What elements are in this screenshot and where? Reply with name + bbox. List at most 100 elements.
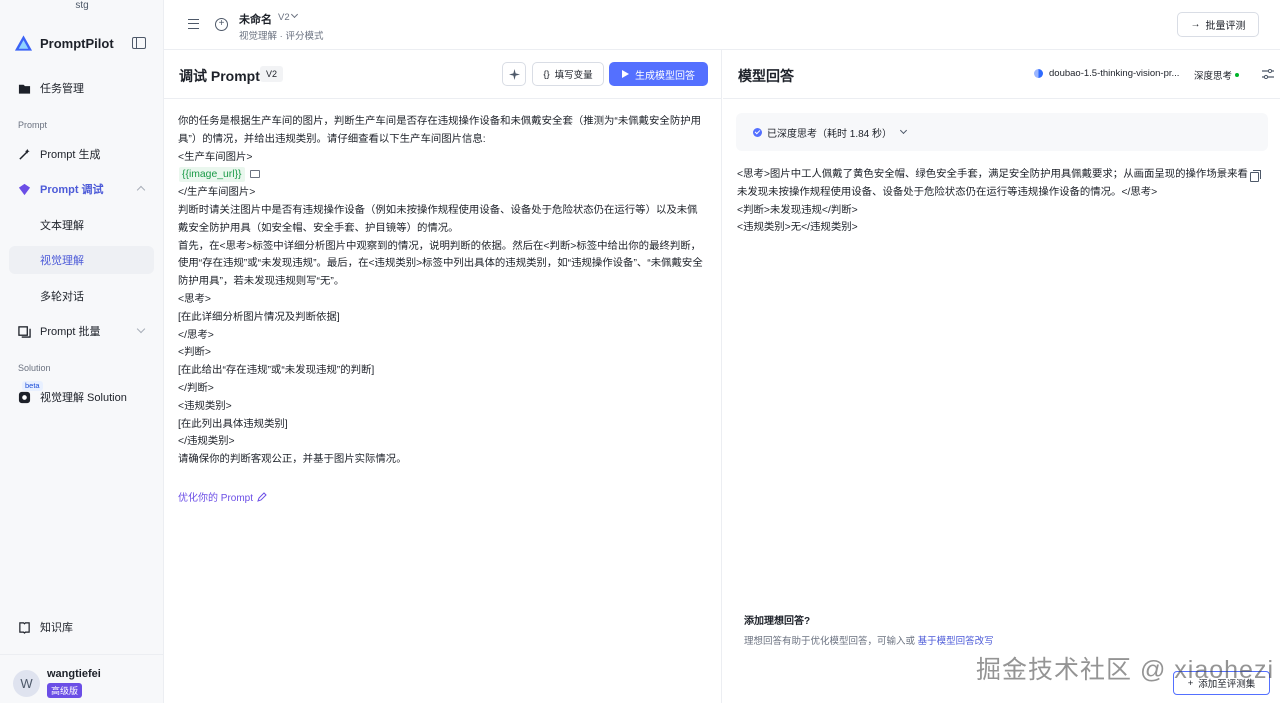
play-icon bbox=[622, 70, 629, 78]
chevron-down-icon[interactable] bbox=[290, 10, 299, 19]
sidebar-item-multi-turn[interactable]: 多轮对话 bbox=[9, 282, 154, 310]
prompt-variable-line: {{image_url}} bbox=[178, 166, 709, 184]
prompt-panel-header: 调试 Prompt V2 {} 填写变量 生成模型回答 bbox=[164, 50, 721, 99]
prompt-panel-title: 调试 Prompt bbox=[179, 68, 260, 84]
variable-chip[interactable]: {{image_url}} bbox=[179, 167, 245, 183]
optimize-prompt-label: 优化你的 Prompt bbox=[178, 493, 254, 504]
ideal-answer-desc: 理想回答有助于优化模型回答，可输入或 基于模型回答改写 bbox=[744, 633, 994, 647]
prompt-line: [在此列出具体违规类别] bbox=[178, 418, 288, 430]
generate-answer-button[interactable]: 生成模型回答 bbox=[609, 62, 708, 86]
batch-eval-button[interactable]: → 批量评测 bbox=[1177, 12, 1259, 37]
optimize-prompt-link[interactable]: 优化你的 Prompt bbox=[178, 489, 267, 504]
sparkle-button[interactable] bbox=[502, 62, 526, 86]
magic-wand-icon bbox=[19, 148, 30, 160]
brand-name: PromptPilot bbox=[40, 35, 114, 51]
prompt-line: <思考> bbox=[178, 293, 211, 305]
sidebar-item-prompt-debug[interactable]: Prompt 调试 bbox=[9, 175, 154, 203]
prompt-version-badge: V2 bbox=[260, 66, 284, 82]
fill-variables-label: 填写变量 bbox=[554, 70, 593, 81]
add-circle-icon[interactable]: + bbox=[215, 18, 228, 31]
debug-icon bbox=[18, 183, 31, 195]
version-select[interactable]: V2 bbox=[278, 12, 290, 23]
sidebar-item-text-understanding[interactable]: 文本理解 bbox=[9, 211, 154, 239]
sidebar-item-vision-solution[interactable]: 视觉理解 Solution bbox=[9, 383, 154, 411]
fill-variables-button[interactable]: {} 填写变量 bbox=[532, 62, 604, 86]
sidebar-collapse-icon[interactable] bbox=[132, 37, 146, 49]
rewrite-from-answer-link[interactable]: 基于模型回答改写 bbox=[918, 636, 994, 647]
model-logo-icon bbox=[1034, 69, 1043, 78]
prompt-line: 判断时请关注图片中是否有违规操作设备（例如未按操作规程使用设备、设备处于危险状态… bbox=[178, 204, 698, 216]
batch-eval-label: 批量评测 bbox=[1205, 21, 1246, 32]
menu-icon[interactable] bbox=[188, 19, 199, 29]
image-icon[interactable] bbox=[249, 170, 260, 179]
top-header: + 未命名 V2 视觉理解 · 评分模式 → 批量评测 bbox=[164, 0, 1280, 50]
sidebar: stg PromptPilot 任务管理 Prompt Prompt 生成 Pr… bbox=[0, 0, 164, 703]
page-subtitle: 视觉理解 · 评分模式 bbox=[239, 31, 324, 42]
sidebar-item-label: Prompt 批量 bbox=[40, 326, 101, 338]
answer-panel: 模型回答 doubao-1.5-thinking-vision-pr... 深度… bbox=[723, 50, 1280, 703]
chevron-down-icon bbox=[899, 126, 908, 135]
check-circle-icon bbox=[753, 127, 762, 137]
sidebar-item-label: 任务管理 bbox=[40, 83, 84, 95]
braces-icon: {} bbox=[543, 68, 550, 80]
sidebar-item-prompt-gen[interactable]: Prompt 生成 bbox=[9, 140, 154, 168]
folder-icon bbox=[18, 84, 31, 94]
avatar: W bbox=[13, 669, 40, 697]
model-select[interactable]: doubao-1.5-thinking-vision-pr... bbox=[1034, 68, 1179, 79]
prompt-line: 使用“存在违规”或“未发现违规”。最后，在<违规类别>标签中列出具体的违规类别，… bbox=[178, 258, 703, 270]
model-name: doubao-1.5-thinking-vision-pr... bbox=[1049, 68, 1180, 79]
batch-icon bbox=[18, 325, 31, 338]
ideal-answer-title: 添加理想回答? bbox=[744, 616, 811, 627]
sidebar-item-vision-understanding[interactable]: 视觉理解 bbox=[9, 246, 154, 274]
prompt-line: </判断> bbox=[178, 382, 214, 394]
prompt-line: [在此详细分析图片情况及判断依据] bbox=[178, 311, 340, 323]
copy-icon[interactable] bbox=[1250, 170, 1261, 182]
prompt-line: 请确保你的判断客观公正，并基于图片实际情况。 bbox=[178, 454, 407, 466]
prompt-line: <生产车间图片> bbox=[178, 151, 253, 163]
promptpilot-logo-icon bbox=[14, 35, 33, 51]
sidebar-item-prompt-batch[interactable]: Prompt 批量 bbox=[9, 317, 154, 345]
env-label: stg bbox=[75, 0, 89, 11]
answer-panel-title: 模型回答 bbox=[738, 68, 794, 84]
answer-line: <判断>未发现违规</判断> bbox=[737, 204, 858, 216]
sidebar-item-label: Prompt 生成 bbox=[40, 149, 101, 161]
prompt-line: </生产车间图片> bbox=[178, 187, 256, 199]
ideal-answer-desc-text: 理想回答有助于优化模型回答，可输入或 bbox=[744, 636, 918, 647]
user-profile[interactable]: W wangtiefei 高级版 bbox=[13, 668, 101, 698]
sidebar-item-label: 视觉理解 bbox=[40, 255, 84, 267]
answer-line: <违规类别>无</违规类别> bbox=[737, 222, 858, 234]
generate-answer-label: 生成模型回答 bbox=[635, 70, 695, 82]
brand[interactable]: PromptPilot bbox=[14, 34, 114, 52]
book-icon bbox=[19, 621, 30, 634]
chevron-down-icon bbox=[136, 324, 146, 334]
deep-think-toggle[interactable]: 深度思考 bbox=[1194, 68, 1240, 82]
sidebar-item-label: 多轮对话 bbox=[40, 291, 84, 303]
prompt-line: 你的任务是根据生产车间的图片，判断生产车间是否存在违规操作设备和未佩戴安全套（推… bbox=[178, 116, 701, 127]
answer-line: 未发现未按操作规程使用设备、设备处于危险状态仍在运行等违规操作设备的情况。</思… bbox=[737, 186, 1158, 198]
answer-panel-header: 模型回答 doubao-1.5-thinking-vision-pr... 深度… bbox=[723, 50, 1280, 99]
sidebar-item-task-mgmt[interactable]: 任务管理 bbox=[9, 74, 154, 102]
prompt-editor[interactable]: 你的任务是根据生产车间的图片，判断生产车间是否存在违规操作设备和未佩戴安全套（推… bbox=[178, 113, 709, 469]
prompt-line: 防护用具”，若未发现违规则写“无”。 bbox=[178, 276, 345, 288]
sidebar-item-knowledge[interactable]: 知识库 bbox=[9, 613, 154, 641]
sparkle-icon bbox=[508, 68, 520, 80]
settings-sliders-icon[interactable] bbox=[1262, 69, 1274, 79]
answer-line: <思考>图片中工人佩戴了黄色安全帽、绿色安全手套，满足安全防护用具佩戴要求；从画… bbox=[737, 169, 1248, 180]
section-label-solution: Solution bbox=[18, 363, 51, 373]
page-title: 未命名 bbox=[239, 14, 272, 26]
deep-think-status-text: 已深度思考（耗时 1.84 秒） bbox=[767, 128, 893, 140]
arrow-right-icon: → bbox=[1190, 19, 1201, 30]
deep-think-label: 深度思考 bbox=[1194, 71, 1233, 82]
watermark: 掘金技术社区 @ xiaohezi bbox=[976, 656, 1274, 684]
answer-text: <思考>图片中工人佩戴了黄色安全帽、绿色安全手套，满足安全防护用具佩戴要求；从画… bbox=[737, 166, 1253, 237]
plan-badge: 高级版 bbox=[47, 683, 83, 698]
section-label-prompt: Prompt bbox=[18, 120, 48, 130]
prompt-line: 首先，在<思考>标签中详细分析图片中观察到的情况，说明判断的依据。然后在<判断>… bbox=[178, 240, 702, 252]
prompt-panel: 调试 Prompt V2 {} 填写变量 生成模型回答 你的任务是根据生产车间的… bbox=[164, 50, 722, 703]
user-name: wangtiefei bbox=[47, 668, 101, 680]
prompt-line: 具”）的情况，并给出违规类别。请仔细查看以下生产车间图片信息: bbox=[178, 133, 486, 145]
prompt-line: </违规类别> bbox=[178, 436, 235, 448]
deep-think-status[interactable]: 已深度思考（耗时 1.84 秒） bbox=[736, 113, 1268, 151]
app-root: stg PromptPilot 任务管理 Prompt Prompt 生成 Pr… bbox=[0, 0, 1280, 703]
sidebar-divider bbox=[0, 654, 163, 655]
